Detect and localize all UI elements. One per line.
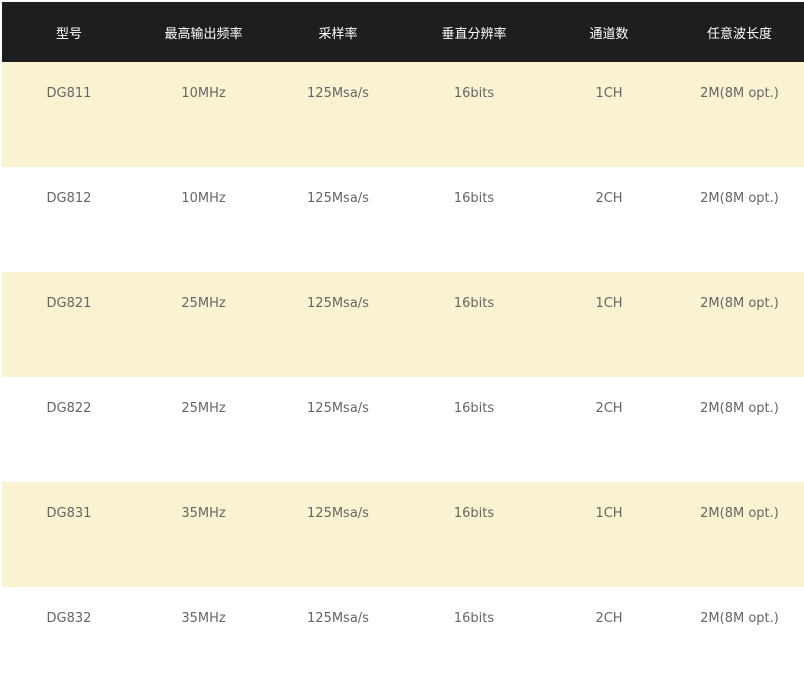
table-row: DG831 35MHz 125Msa/s 16bits 1CH 2M(8M op… xyxy=(2,482,804,587)
cell-max-output-frequency: 25MHz xyxy=(181,296,226,311)
table-row: DG812 10MHz 125Msa/s 16bits 2CH 2M(8M op… xyxy=(2,167,804,272)
header-channels: 通道数 xyxy=(589,26,629,42)
cell-channels: 1CH xyxy=(595,296,623,311)
cell-max-output-frequency: 10MHz xyxy=(181,86,226,101)
table-row: DG811 10MHz 125Msa/s 16bits 1CH 2M(8M op… xyxy=(2,62,804,167)
table-header: 型号 最高输出频率 采样率 垂直分辨率 通道数 任意波长度 xyxy=(2,2,804,62)
cell-model: DG821 xyxy=(46,296,92,311)
cell-vertical-resolution: 16bits xyxy=(453,86,495,101)
cell-model: DG812 xyxy=(46,191,92,206)
table-body: DG811 10MHz 125Msa/s 16bits 1CH 2M(8M op… xyxy=(2,62,804,692)
cell-max-output-frequency: 35MHz xyxy=(181,611,226,626)
cell-model: DG822 xyxy=(46,401,92,416)
cell-vertical-resolution: 16bits xyxy=(453,296,495,311)
cell-arbitrary-wave-length: 2M(8M opt.) xyxy=(700,296,779,311)
cell-sample-rate: 125Msa/s xyxy=(307,506,369,521)
cell-arbitrary-wave-length: 2M(8M opt.) xyxy=(700,401,779,416)
cell-arbitrary-wave-length: 2M(8M opt.) xyxy=(700,506,779,521)
cell-channels: 2CH xyxy=(595,401,623,416)
cell-sample-rate: 125Msa/s xyxy=(307,191,369,206)
cell-max-output-frequency: 10MHz xyxy=(181,191,226,206)
header-row: 型号 最高输出频率 采样率 垂直分辨率 通道数 任意波长度 xyxy=(2,2,804,62)
cell-model: DG832 xyxy=(46,611,92,626)
cell-channels: 1CH xyxy=(595,506,623,521)
header-model: 型号 xyxy=(55,26,82,42)
spec-table: 型号 最高输出频率 采样率 垂直分辨率 通道数 任意波长度 DG811 10MH… xyxy=(2,2,804,692)
cell-channels: 2CH xyxy=(595,191,623,206)
cell-sample-rate: 125Msa/s xyxy=(307,296,369,311)
table-row: DG821 25MHz 125Msa/s 16bits 1CH 2M(8M op… xyxy=(2,272,804,377)
table-row: DG832 35MHz 125Msa/s 16bits 2CH 2M(8M op… xyxy=(2,587,804,692)
cell-vertical-resolution: 16bits xyxy=(453,191,495,206)
cell-sample-rate: 125Msa/s xyxy=(307,611,369,626)
header-arbitrary-wave-length: 任意波长度 xyxy=(706,26,772,42)
cell-vertical-resolution: 16bits xyxy=(453,611,495,626)
cell-vertical-resolution: 16bits xyxy=(453,401,495,416)
cell-arbitrary-wave-length: 2M(8M opt.) xyxy=(700,86,779,101)
header-vertical-resolution: 垂直分辨率 xyxy=(441,26,507,42)
cell-model: DG811 xyxy=(46,86,92,101)
cell-model: DG831 xyxy=(46,506,92,521)
cell-sample-rate: 125Msa/s xyxy=(307,86,369,101)
cell-arbitrary-wave-length: 2M(8M opt.) xyxy=(700,191,779,206)
table-row: DG822 25MHz 125Msa/s 16bits 2CH 2M(8M op… xyxy=(2,377,804,482)
cell-channels: 2CH xyxy=(595,611,623,626)
cell-max-output-frequency: 25MHz xyxy=(181,401,226,416)
cell-arbitrary-wave-length: 2M(8M opt.) xyxy=(700,611,779,626)
header-sample-rate: 采样率 xyxy=(318,26,358,42)
header-max-output-frequency: 最高输出频率 xyxy=(164,26,243,42)
cell-vertical-resolution: 16bits xyxy=(453,506,495,521)
cell-sample-rate: 125Msa/s xyxy=(307,401,369,416)
cell-max-output-frequency: 35MHz xyxy=(181,506,226,521)
cell-channels: 1CH xyxy=(595,86,623,101)
